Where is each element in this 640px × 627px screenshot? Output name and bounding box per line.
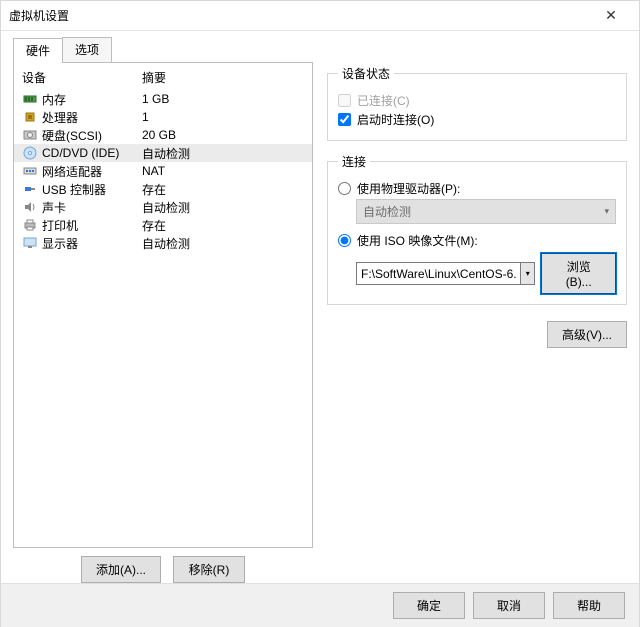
cd-icon xyxy=(22,146,38,160)
hardware-row[interactable]: 网络适配器 NAT xyxy=(14,162,312,180)
device-summary: 20 GB xyxy=(142,128,304,142)
hardware-row[interactable]: 内存 1 GB xyxy=(14,90,312,108)
device-name: USB 控制器 xyxy=(42,181,106,198)
close-button[interactable]: ✕ xyxy=(591,2,631,30)
ok-button[interactable]: 确定 xyxy=(393,592,465,619)
physical-drive-combo-value: 自动检测 xyxy=(363,203,411,220)
device-name: 硬盘(SCSI) xyxy=(42,127,102,144)
remove-button[interactable]: 移除(R) xyxy=(173,556,245,583)
device-name: 网络适配器 xyxy=(42,163,102,180)
device-summary: 存在 xyxy=(142,217,304,234)
iso-radio-row[interactable]: 使用 ISO 映像文件(M): xyxy=(338,232,616,249)
device-summary: 自动检测 xyxy=(142,235,304,252)
close-icon: ✕ xyxy=(605,7,617,24)
iso-path-input[interactable] xyxy=(356,262,521,285)
net-icon xyxy=(22,164,38,178)
advanced-button[interactable]: 高级(V)... xyxy=(547,321,627,348)
hardware-list: 设备 摘要 内存 1 GB 处理器 1 硬盘(SCSI) 20 GB CD/DVD (IDE… xyxy=(13,63,313,548)
tab-strip: 硬件 选项 xyxy=(13,39,313,63)
help-button[interactable]: 帮助 xyxy=(553,592,625,619)
hardware-row[interactable]: CD/DVD (IDE) 自动检测 xyxy=(14,144,312,162)
hardware-row[interactable]: 打印机 存在 xyxy=(14,216,312,234)
device-name: CD/DVD (IDE) xyxy=(42,146,119,160)
device-status-group: 设备状态 已连接(C) 启动时连接(O) xyxy=(327,65,627,141)
dialog-footer: 确定 取消 帮助 xyxy=(1,583,639,627)
memory-icon xyxy=(22,92,38,106)
cpu-icon xyxy=(22,110,38,124)
hardware-row[interactable]: 硬盘(SCSI) 20 GB xyxy=(14,126,312,144)
window-title: 虚拟机设置 xyxy=(9,7,591,24)
physical-drive-radio-row[interactable]: 使用物理驱动器(P): xyxy=(338,180,616,197)
cancel-button[interactable]: 取消 xyxy=(473,592,545,619)
device-summary: 存在 xyxy=(142,181,304,198)
display-icon xyxy=(22,236,38,250)
connect-poweron-checkbox-row[interactable]: 启动时连接(O) xyxy=(338,111,616,128)
tab-options[interactable]: 选项 xyxy=(62,37,112,62)
iso-label: 使用 ISO 映像文件(M): xyxy=(357,232,478,249)
connect-poweron-label: 启动时连接(O) xyxy=(357,111,434,128)
hardware-row[interactable]: USB 控制器 存在 xyxy=(14,180,312,198)
device-summary: 自动检测 xyxy=(142,145,304,162)
connected-checkbox-row[interactable]: 已连接(C) xyxy=(338,92,616,109)
device-name: 打印机 xyxy=(42,217,78,234)
device-summary: 1 GB xyxy=(142,92,304,106)
device-name: 显示器 xyxy=(42,235,78,252)
iso-radio[interactable] xyxy=(338,234,351,247)
physical-drive-combo: 自动检测 ▾ xyxy=(356,199,616,224)
device-name: 内存 xyxy=(42,91,66,108)
connected-checkbox xyxy=(338,94,351,107)
iso-path-dropdown[interactable]: ▾ xyxy=(521,262,535,285)
device-name: 处理器 xyxy=(42,109,78,126)
connect-poweron-checkbox[interactable] xyxy=(338,113,351,126)
browse-button[interactable]: 浏览(B)... xyxy=(541,253,616,294)
printer-icon xyxy=(22,218,38,232)
physical-drive-radio[interactable] xyxy=(338,182,351,195)
sound-icon xyxy=(22,200,38,214)
chevron-down-icon: ▾ xyxy=(526,269,530,278)
device-name: 声卡 xyxy=(42,199,66,216)
connection-legend: 连接 xyxy=(338,153,370,170)
tab-hardware[interactable]: 硬件 xyxy=(13,38,63,63)
titlebar: 虚拟机设置 ✕ xyxy=(1,1,639,31)
device-status-legend: 设备状态 xyxy=(338,65,394,82)
col-device: 设备 xyxy=(22,69,142,86)
hardware-list-header: 设备 摘要 xyxy=(14,63,312,90)
chevron-down-icon: ▾ xyxy=(604,206,609,217)
hardware-row[interactable]: 显示器 自动检测 xyxy=(14,234,312,252)
usb-icon xyxy=(22,182,38,196)
physical-drive-label: 使用物理驱动器(P): xyxy=(357,180,460,197)
connected-label: 已连接(C) xyxy=(357,92,410,109)
device-summary: 自动检测 xyxy=(142,199,304,216)
device-summary: NAT xyxy=(142,164,304,178)
col-summary: 摘要 xyxy=(142,69,304,86)
device-summary: 1 xyxy=(142,110,304,124)
hardware-row[interactable]: 声卡 自动检测 xyxy=(14,198,312,216)
connection-group: 连接 使用物理驱动器(P): 自动检测 ▾ 使用 ISO 映像文件(M): ▾ … xyxy=(327,153,627,305)
hardware-row[interactable]: 处理器 1 xyxy=(14,108,312,126)
disk-icon xyxy=(22,128,38,142)
add-button[interactable]: 添加(A)... xyxy=(81,556,161,583)
